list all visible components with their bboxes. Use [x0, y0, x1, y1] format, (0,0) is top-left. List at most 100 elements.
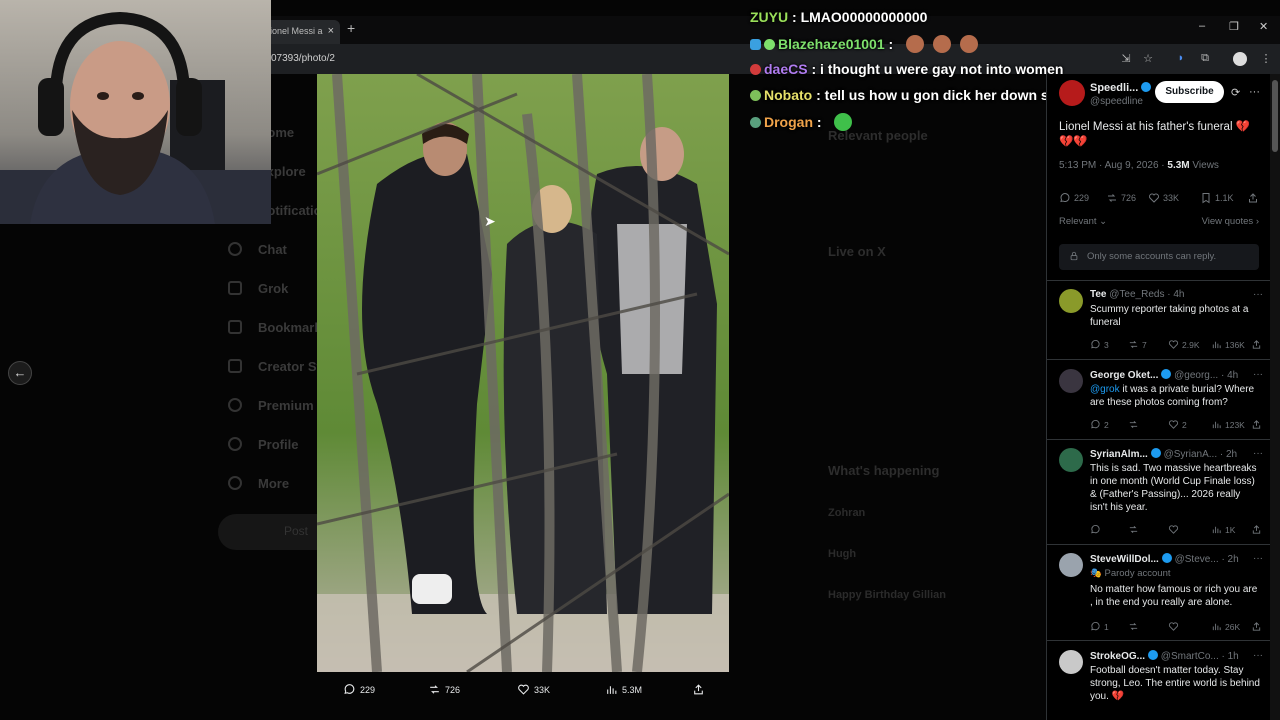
- close-window-icon[interactable]: ✕: [1259, 20, 1268, 33]
- reply-icon: [1091, 524, 1100, 534]
- reply-author[interactable]: Tee @Tee_Reds · 4h: [1090, 289, 1184, 300]
- reply-avatar[interactable]: [1059, 553, 1083, 577]
- photo-reply-stat[interactable]: 229: [343, 683, 375, 696]
- emote-icon: [960, 35, 979, 53]
- reply-avatar[interactable]: [1059, 289, 1083, 313]
- scrollbar-thumb[interactable]: [1272, 80, 1278, 152]
- heart-icon: [1168, 420, 1179, 429]
- reply-avatar[interactable]: [1059, 448, 1083, 472]
- bookmark-count: 1.1K: [1215, 193, 1234, 203]
- chat-line-5: Drogan :: [750, 113, 853, 131]
- reply-author[interactable]: SteveWillDol... @Steve... · 2h: [1090, 553, 1239, 565]
- reply-author[interactable]: StrokeOG... @SmartCo... · 1h: [1090, 650, 1239, 662]
- webcam-overlay: [0, 0, 271, 224]
- like-action[interactable]: 2: [1168, 419, 1187, 430]
- repost-icon: [1129, 340, 1138, 349]
- views-action[interactable]: 136K: [1211, 339, 1245, 350]
- like-action[interactable]: [1168, 524, 1179, 535]
- reply-author[interactable]: George Oket... @georg... · 4h: [1090, 369, 1238, 381]
- views-icon: [607, 686, 617, 694]
- back-arrow-icon[interactable]: ←: [8, 361, 32, 385]
- emote-icon: [933, 35, 952, 53]
- reply-text-body: No matter how famous or rich you are , i…: [1090, 584, 1258, 608]
- views-action[interactable]: 26K: [1211, 621, 1240, 632]
- reply-item[interactable]: StrokeOG... @SmartCo... · 1h ··· Footbal…: [1047, 650, 1270, 720]
- photo-views-stat[interactable]: 5.3M: [605, 683, 642, 696]
- reply-count: 229: [1074, 193, 1090, 203]
- share-action[interactable]: [1251, 419, 1262, 430]
- verified-badge-icon: [1141, 82, 1152, 92]
- more-options-icon[interactable]: ···: [1253, 369, 1263, 380]
- author-name[interactable]: Speedli...: [1090, 82, 1152, 94]
- repost-icon: [430, 685, 439, 694]
- subscribe-button[interactable]: Subscribe: [1155, 81, 1224, 103]
- share-action[interactable]: [1251, 339, 1262, 350]
- bookmark-action[interactable]: 1.1K: [1200, 192, 1234, 204]
- extension-icon[interactable]: ◗: [1174, 52, 1188, 66]
- close-tab-icon[interactable]: ×: [328, 25, 334, 37]
- scrollbar[interactable]: [1270, 74, 1280, 720]
- photo-share-stat[interactable]: [692, 683, 705, 696]
- reply-author[interactable]: SyrianAlm... @SyrianA... · 2h: [1090, 448, 1237, 460]
- chevron-right-icon: ›: [1255, 216, 1259, 227]
- author-avatar[interactable]: [1059, 80, 1085, 106]
- verified-badge-icon: [1148, 650, 1159, 660]
- reply-action[interactable]: [1090, 524, 1101, 535]
- sort-dropdown[interactable]: Relevant ⌄: [1059, 216, 1107, 227]
- more-options-icon[interactable]: ···: [1253, 289, 1263, 300]
- repost-action[interactable]: 7: [1128, 339, 1147, 350]
- reply-item[interactable]: SyrianAlm... @SyrianA... · 2h ··· This i…: [1047, 448, 1270, 544]
- reply-action[interactable]: 3: [1090, 339, 1109, 350]
- like-action[interactable]: 2.9K: [1168, 339, 1200, 350]
- reply-avatar[interactable]: [1059, 369, 1083, 393]
- reply-action[interactable]: 229: [1059, 192, 1089, 204]
- share-action[interactable]: [1247, 192, 1259, 204]
- heart-icon: [1168, 340, 1179, 349]
- author-name-text: Speedli...: [1090, 82, 1139, 94]
- author-handle[interactable]: @speedline: [1090, 96, 1143, 107]
- browser-tab[interactable]: ionel Messi a ×: [262, 20, 340, 44]
- post-photo[interactable]: [317, 74, 729, 672]
- share-action[interactable]: [1251, 524, 1262, 535]
- more-options-icon[interactable]: ···: [1249, 86, 1260, 98]
- reply-name: StrokeOG...: [1090, 651, 1146, 662]
- tweet-meta: 5:13 PM · Aug 9, 2026 · 5.3M Views: [1059, 160, 1219, 171]
- photo-repost-stat[interactable]: 726: [428, 683, 460, 696]
- reply-action[interactable]: 1: [1090, 621, 1109, 632]
- like-action[interactable]: 33K: [1148, 192, 1179, 204]
- minimize-icon[interactable]: –: [1199, 20, 1205, 32]
- maximize-icon[interactable]: ❐: [1229, 20, 1239, 33]
- reply-icon: [1091, 621, 1100, 631]
- more-options-icon[interactable]: ···: [1253, 553, 1263, 564]
- reply-item[interactable]: George Oket... @georg... · 4h ··· @grok …: [1047, 369, 1270, 439]
- mention-link[interactable]: @grok: [1090, 384, 1120, 395]
- like-action[interactable]: [1168, 621, 1179, 632]
- grok-icon[interactable]: ⟳: [1231, 86, 1240, 99]
- reply-item[interactable]: Tee @Tee_Reds · 4h ··· Scummy reporter t…: [1047, 289, 1270, 359]
- repost-action[interactable]: [1128, 524, 1139, 535]
- bookmark-star-icon[interactable]: ☆: [1141, 52, 1155, 66]
- reply-item[interactable]: SteveWillDol... @Steve... · 2h ··· 🎭 Par…: [1047, 553, 1270, 637]
- reply-avatar[interactable]: [1059, 650, 1083, 674]
- bg-chat-icon: [228, 242, 242, 256]
- repost-action[interactable]: [1128, 621, 1139, 632]
- view-quotes-link[interactable]: View quotes ›: [1202, 216, 1259, 227]
- divider: [1047, 359, 1270, 360]
- more-options-icon[interactable]: ···: [1253, 448, 1263, 459]
- views-action[interactable]: 1K: [1211, 524, 1235, 535]
- install-icon[interactable]: ⇲: [1119, 52, 1133, 66]
- share-action[interactable]: [1251, 621, 1262, 632]
- reply-name: SyrianAlm...: [1090, 449, 1148, 460]
- bg-bookmark-icon: [228, 320, 242, 334]
- new-tab-icon[interactable]: +: [347, 20, 355, 36]
- reply-icon: [1091, 339, 1100, 349]
- profile-avatar-icon[interactable]: [1233, 52, 1247, 66]
- reply-action[interactable]: 2: [1090, 419, 1109, 430]
- more-options-icon[interactable]: ···: [1253, 650, 1263, 661]
- repost-action[interactable]: 726: [1106, 192, 1136, 204]
- photo-like-stat[interactable]: 33K: [517, 683, 550, 696]
- extensions-puzzle-icon[interactable]: ⧉: [1198, 52, 1212, 66]
- browser-menu-icon[interactable]: ⋮: [1259, 52, 1273, 66]
- views-action[interactable]: 123K: [1211, 419, 1245, 430]
- repost-action[interactable]: [1128, 419, 1142, 430]
